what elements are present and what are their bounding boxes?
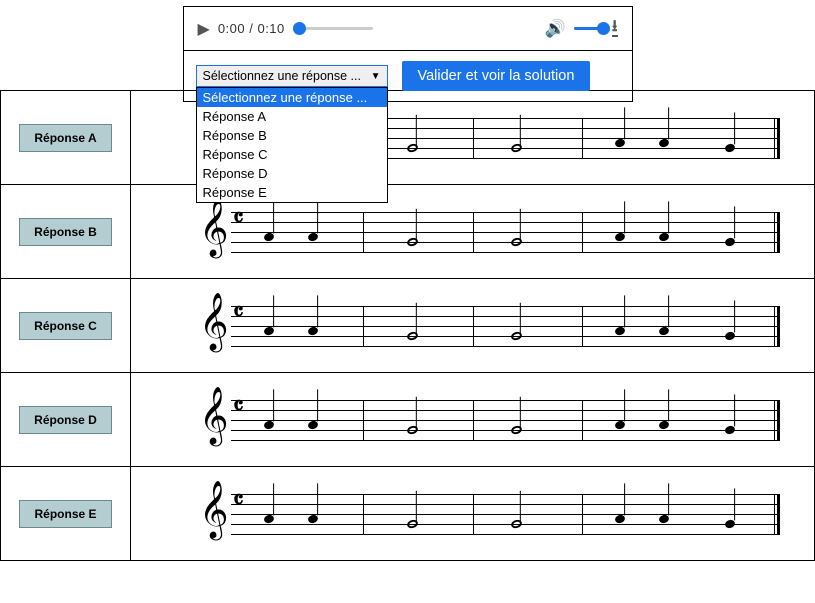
note [510, 236, 523, 247]
download-icon[interactable]: ⭳ [612, 20, 618, 37]
answer-row: Réponse E 𝄞𝄴 [0, 466, 815, 561]
note [406, 424, 419, 435]
note [406, 142, 419, 153]
seek-bar[interactable] [293, 27, 373, 30]
chevron-down-icon: ▼ [371, 71, 381, 82]
music-cell: 𝄞𝄴 [131, 373, 814, 466]
treble-clef-icon: 𝄞 [199, 390, 229, 440]
answer-label: Réponse E [19, 500, 111, 528]
answer-label: Réponse B [19, 218, 112, 246]
note [510, 330, 523, 341]
note [658, 231, 670, 242]
note [263, 231, 275, 242]
select-box[interactable]: Sélectionnez une réponse ... ▼ [196, 65, 388, 87]
time-signature: 𝄴 [233, 302, 244, 324]
treble-clef-icon: 𝄞 [199, 296, 229, 346]
note [307, 419, 319, 430]
answer-row: Réponse A 𝄞𝄴 [0, 90, 815, 185]
action-row: Sélectionnez une réponse ... ▼ Sélection… [184, 51, 632, 101]
note [724, 330, 736, 341]
note [510, 424, 523, 435]
select-dropdown[interactable]: Sélectionnez une réponse ...Réponse ARép… [196, 87, 388, 203]
note [510, 142, 523, 153]
final-barline [774, 494, 780, 534]
note [307, 513, 319, 524]
volume-icon[interactable]: 🔊 [545, 19, 566, 39]
music-cell: 𝄞𝄴 [131, 467, 814, 560]
volume-bar[interactable] [574, 27, 604, 30]
note [614, 419, 626, 430]
answer-label-cell: Réponse C [1, 279, 131, 372]
select-option[interactable]: Réponse A [197, 107, 387, 126]
final-barline [774, 306, 780, 346]
answer-label-cell: Réponse D [1, 373, 131, 466]
answer-row: Réponse C 𝄞𝄴 [0, 278, 815, 373]
note [263, 325, 275, 336]
answer-label: Réponse A [19, 124, 111, 152]
time-signature: 𝄴 [233, 490, 244, 512]
note [724, 518, 736, 529]
note [724, 424, 736, 435]
note [406, 236, 419, 247]
note [658, 419, 670, 430]
note [614, 325, 626, 336]
top-panel: ▶ 0:00 / 0:10 🔊 ⭳ Sélectionnez une répon… [183, 6, 633, 102]
answer-label-cell: Réponse A [1, 91, 131, 184]
note [263, 419, 275, 430]
note [263, 513, 275, 524]
note [406, 330, 419, 341]
time-signature: 𝄴 [233, 396, 244, 418]
note [307, 231, 319, 242]
treble-clef-icon: 𝄞 [199, 202, 229, 252]
select-option[interactable]: Sélectionnez une réponse ... [197, 88, 387, 107]
note [724, 236, 736, 247]
note [614, 137, 626, 148]
note [307, 325, 319, 336]
select-option[interactable]: Réponse C [197, 145, 387, 164]
audio-player: ▶ 0:00 / 0:10 🔊 ⭳ [184, 7, 632, 51]
note [510, 518, 523, 529]
select-option[interactable]: Réponse E [197, 183, 387, 202]
note [614, 513, 626, 524]
note [658, 513, 670, 524]
note [614, 231, 626, 242]
note [724, 142, 736, 153]
note [406, 518, 419, 529]
note [658, 137, 670, 148]
answer-grid: Réponse A 𝄞𝄴 Réponse B 𝄞𝄴 Réponse C 𝄞𝄴 R… [0, 90, 815, 561]
audio-time: 0:00 / 0:10 [218, 21, 285, 36]
answer-select[interactable]: Sélectionnez une réponse ... ▼ Sélection… [196, 65, 388, 87]
final-barline [774, 118, 780, 158]
select-option[interactable]: Réponse B [197, 126, 387, 145]
select-value: Sélectionnez une réponse ... [203, 69, 361, 83]
seek-thumb[interactable] [293, 22, 306, 35]
note [658, 325, 670, 336]
answer-row: Réponse D 𝄞𝄴 [0, 372, 815, 467]
treble-clef-icon: 𝄞 [199, 484, 229, 534]
music-cell: 𝄞𝄴 [131, 279, 814, 372]
validate-button[interactable]: Valider et voir la solution [402, 61, 591, 91]
answer-row: Réponse B 𝄞𝄴 [0, 184, 815, 279]
final-barline [774, 400, 780, 440]
answer-label: Réponse D [19, 406, 112, 434]
time-signature: 𝄴 [233, 208, 244, 230]
answer-label: Réponse C [19, 312, 112, 340]
answer-label-cell: Réponse E [1, 467, 131, 560]
select-option[interactable]: Réponse D [197, 164, 387, 183]
answer-label-cell: Réponse B [1, 185, 131, 278]
play-icon[interactable]: ▶ [198, 19, 210, 39]
final-barline [774, 212, 780, 252]
